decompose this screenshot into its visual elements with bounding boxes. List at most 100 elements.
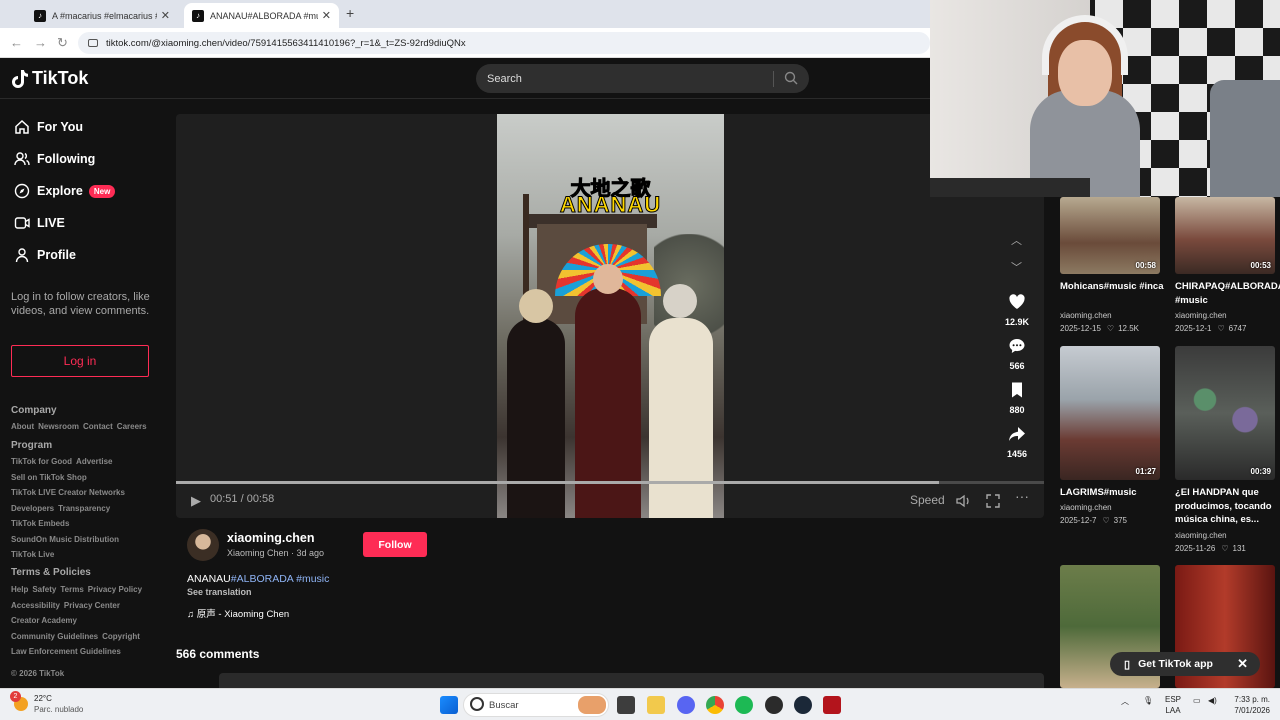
lang-code: ESP [1165, 695, 1182, 704]
close-icon[interactable]: ✕ [1237, 656, 1248, 672]
author-username[interactable]: xiaoming.chen [227, 531, 315, 545]
footer-link[interactable]: Safety [32, 585, 56, 594]
footer-link[interactable]: Privacy Policy [88, 585, 142, 594]
obs-icon[interactable] [765, 696, 783, 714]
new-tab-icon[interactable]: + [346, 5, 354, 21]
volume-icon[interactable]: ◀) [1208, 696, 1217, 705]
microphone-icon[interactable]: 🎙 [1143, 696, 1153, 705]
tiktok-favicon-icon: ♪ [192, 9, 204, 22]
footer-link[interactable]: Accessibility [11, 601, 60, 610]
music-link[interactable]: ♫ 原声 - Xiaoming Chen [187, 606, 289, 620]
file-explorer-icon[interactable] [647, 696, 665, 714]
sidebar-item-profile[interactable]: Profile [14, 247, 76, 263]
footer-link[interactable]: TikTok LIVE Creator Networks [11, 488, 125, 497]
footer-link[interactable]: Careers [117, 422, 147, 431]
notification-badge: 2 [10, 691, 21, 702]
footer-link[interactable]: Sell on TikTok Shop [11, 473, 87, 482]
footer-link[interactable]: About [11, 422, 34, 431]
sidebar: For You Following Explore New LIVE Profi… [0, 100, 168, 688]
tray-expand-icon[interactable]: ︿ [1121, 696, 1129, 707]
get-app-banner[interactable]: ▯ Get TikTok app ✕ [1110, 652, 1260, 676]
speed-button[interactable]: Speed [910, 493, 945, 507]
hashtag-links[interactable]: #ALBORADA #music [231, 573, 330, 585]
new-badge: New [88, 184, 116, 198]
forward-icon[interactable]: → [34, 35, 47, 50]
footer-link[interactable]: Developers [11, 504, 54, 513]
follow-button[interactable]: Follow [363, 532, 427, 557]
tiktok-favicon-icon: ♪ [34, 9, 46, 22]
fullscreen-icon[interactable] [986, 494, 1000, 508]
description-text: ANANAU [187, 573, 231, 585]
next-video-icon[interactable]: ﹀ [1011, 259, 1022, 275]
video-frame[interactable]: 大地之歌 ANANAU [497, 114, 724, 518]
sidebar-item-following[interactable]: Following [14, 151, 95, 167]
see-translation-link[interactable]: See translation [187, 587, 252, 597]
footer-link[interactable]: Law Enforcement Guidelines [11, 647, 121, 656]
like-action[interactable]: 12.9K [1000, 293, 1034, 327]
search-icon[interactable] [784, 71, 798, 85]
chrome-icon[interactable] [706, 696, 724, 714]
close-tab-icon[interactable]: ✕ [161, 9, 170, 22]
play-icon[interactable]: ▶ [191, 493, 201, 509]
browser-tabbar: ♪ A #macarius #elmacarius #vide ✕ ♪ ANAN… [0, 0, 930, 28]
tiktok-logo[interactable]: TikTok [11, 68, 88, 89]
footer-link[interactable]: Transparency [58, 504, 110, 513]
footer-link[interactable]: SoundOn Music Distribution [11, 535, 119, 544]
comment-action[interactable]: 566 [1000, 337, 1034, 371]
save-action[interactable]: 880 [1000, 381, 1034, 415]
search-input[interactable]: Search [476, 64, 809, 93]
footer-link[interactable]: Contact [83, 422, 113, 431]
browser-tab-2[interactable]: ♪ ANANAU#ALBORADA #music | ✕ [184, 3, 339, 28]
footer-link[interactable]: Advertise [76, 457, 112, 466]
video-date: 2025-12-7 [1060, 516, 1097, 525]
weather-widget[interactable]: 2 22°C Parc. nublado [10, 691, 83, 715]
close-tab-icon[interactable]: ✕ [322, 9, 331, 22]
url-field[interactable]: tiktok.com/@xiaoming.chen/video/75914155… [78, 32, 930, 54]
url-text: tiktok.com/@xiaoming.chen/video/75914155… [106, 37, 466, 49]
share-count: 1456 [1006, 449, 1028, 459]
footer-link[interactable]: TikTok Embeds [11, 519, 69, 528]
video-face-left [519, 289, 553, 323]
video-author: xiaoming.chen [1060, 311, 1112, 320]
browser-tab-1[interactable]: ♪ A #macarius #elmacarius #vide ✕ [26, 3, 178, 28]
back-icon[interactable]: ← [10, 35, 23, 50]
get-app-label: Get TikTok app [1138, 658, 1213, 670]
discord-icon[interactable] [677, 696, 695, 714]
previous-video-icon[interactable]: ︿ [1011, 232, 1022, 248]
steam-icon[interactable] [794, 696, 812, 714]
share-action[interactable]: 1456 [1000, 425, 1034, 459]
video-progress-bar[interactable] [176, 481, 1044, 484]
video-player[interactable]: 大地之歌 ANANAU ▶ 00:51 / 00:58 Speed ··· [176, 114, 1044, 518]
video-face-center [593, 264, 623, 294]
footer-link[interactable]: Copyright [102, 632, 140, 641]
sidebar-item-for-you[interactable]: For You [14, 119, 83, 135]
site-info-icon[interactable] [88, 39, 98, 47]
tab-title: A #macarius #elmacarius #vide [52, 10, 157, 21]
sidebar-item-label: Profile [37, 248, 76, 262]
sidebar-item-live[interactable]: LIVE [14, 215, 65, 231]
task-view-icon[interactable] [617, 696, 635, 714]
video-likes: 6747 [1228, 324, 1247, 333]
video-title: Mohicans#music #inca [1060, 281, 1164, 292]
language-indicator[interactable]: ESP LAA [1165, 694, 1181, 716]
footer-link[interactable]: Creator Academy [11, 616, 77, 625]
footer-link[interactable]: Terms [60, 585, 83, 594]
system-clock[interactable]: 7:33 p. m. 7/01/2026 [1220, 694, 1270, 716]
footer-link[interactable]: TikTok for Good [11, 457, 72, 466]
network-icon[interactable]: ▭ [1193, 696, 1201, 705]
reload-icon[interactable]: ↻ [57, 35, 68, 51]
spotify-icon[interactable] [735, 696, 753, 714]
sidebar-item-explore[interactable]: Explore New [14, 183, 116, 199]
volume-icon[interactable] [956, 494, 972, 508]
app-icon[interactable] [823, 696, 841, 714]
heart-icon: ♡ [1106, 324, 1115, 333]
author-avatar[interactable] [187, 529, 219, 561]
footer-link[interactable]: Privacy Center [64, 601, 120, 610]
footer-link[interactable]: Community Guidelines [11, 632, 98, 641]
login-button[interactable]: Log in [11, 345, 149, 377]
more-options-icon[interactable]: ··· [1015, 488, 1029, 504]
windows-start-icon[interactable] [440, 696, 458, 714]
footer-link[interactable]: TikTok Live [11, 550, 54, 559]
footer-link[interactable]: Help [11, 585, 28, 594]
footer-link[interactable]: Newsroom [38, 422, 79, 431]
